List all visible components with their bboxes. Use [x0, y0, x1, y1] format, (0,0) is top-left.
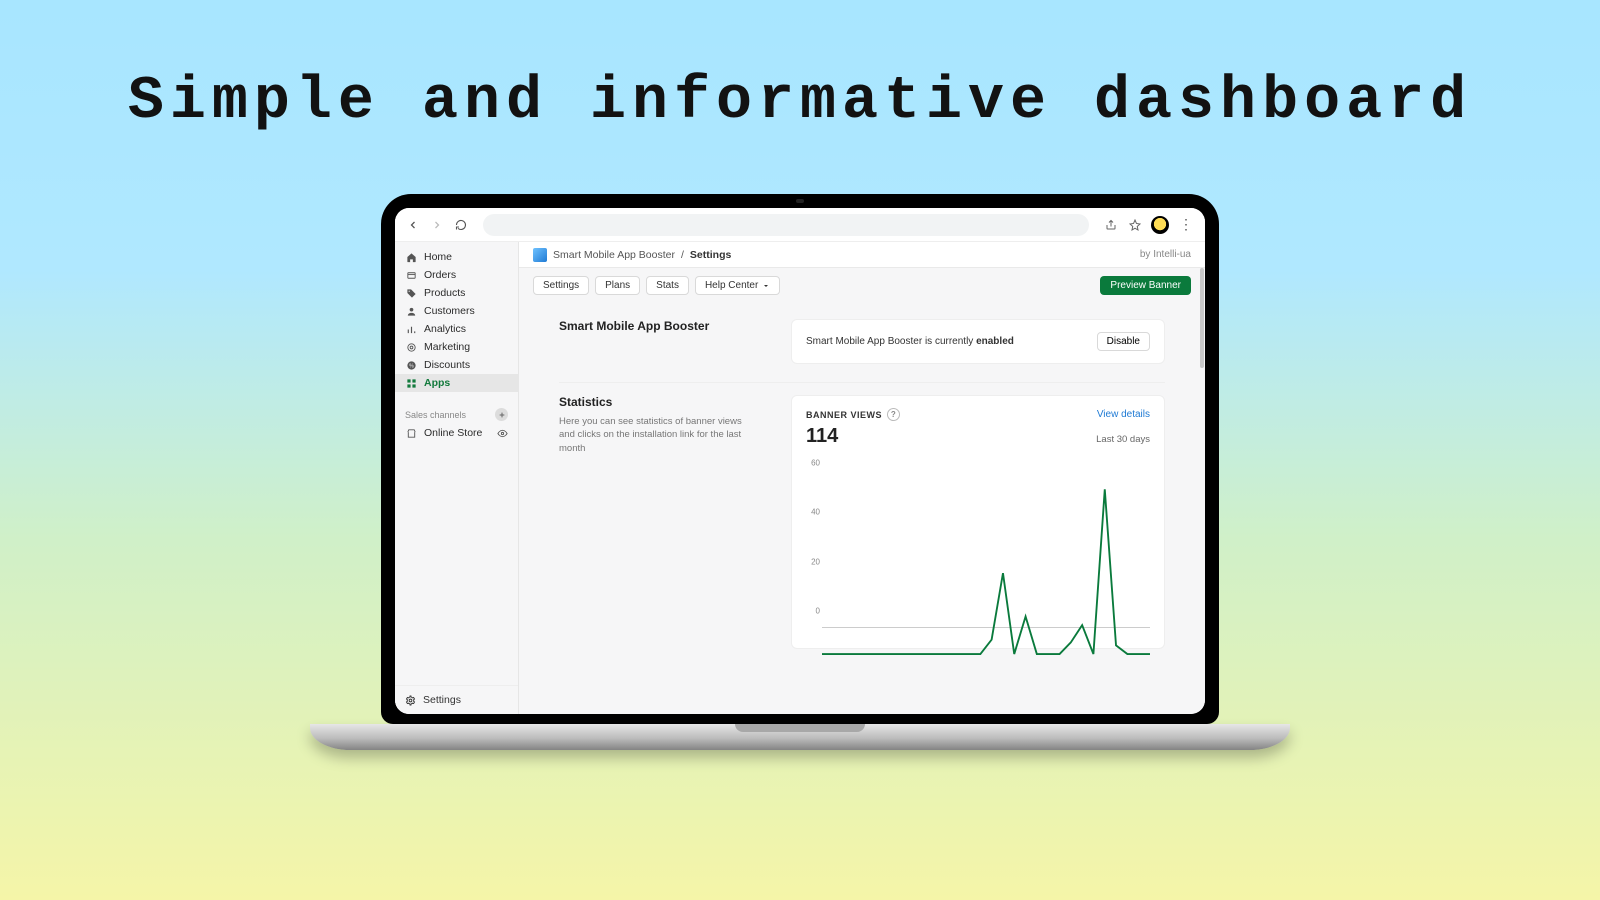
- status-card: Smart Mobile App Booster is currently en…: [791, 319, 1165, 364]
- section-title-stats: Statistics: [559, 395, 759, 409]
- sidebar-item-label: Marketing: [424, 341, 470, 353]
- back-button[interactable]: [405, 217, 421, 233]
- sidebar-item-settings[interactable]: Settings: [395, 685, 518, 714]
- add-channel-button[interactable]: [495, 408, 508, 421]
- profile-avatar[interactable]: i: [1151, 216, 1169, 234]
- sidebar-footer-label: Settings: [423, 694, 461, 706]
- sidebar-item-home[interactable]: Home: [395, 248, 518, 266]
- sidebar-item-label: Home: [424, 251, 452, 263]
- star-icon[interactable]: [1127, 217, 1143, 233]
- store-icon: [405, 427, 417, 439]
- person-icon: [405, 305, 417, 317]
- preview-banner-button[interactable]: Preview Banner: [1100, 276, 1191, 295]
- sidebar-item-label: Products: [424, 287, 465, 299]
- metric-label: BANNER VIEWS: [806, 410, 882, 420]
- browser-menu-icon[interactable]: ⋮: [1177, 216, 1195, 233]
- tab-help-label: Help Center: [705, 280, 758, 291]
- breadcrumb-author: by Intelli-ua: [1140, 249, 1191, 260]
- browser-toolbar: i ⋮: [395, 208, 1205, 242]
- breadcrumb-sep: /: [681, 249, 684, 261]
- tab-stats[interactable]: Stats: [646, 276, 689, 295]
- scrollbar[interactable]: [1199, 268, 1205, 714]
- view-details-link[interactable]: View details: [1097, 409, 1150, 420]
- sidebar-item-label: Apps: [424, 377, 450, 389]
- sidebar-item-label: Customers: [424, 305, 475, 317]
- sidebar-item-label: Discounts: [424, 359, 470, 371]
- breadcrumb-bar: Smart Mobile App Booster / Settings by I…: [519, 242, 1205, 268]
- bar-chart-icon: [405, 323, 417, 335]
- section-title-app: Smart Mobile App Booster: [559, 319, 759, 333]
- home-icon: [405, 251, 417, 263]
- sidebar-section-label: Sales channels: [405, 410, 466, 420]
- sidebar-item-label: Analytics: [424, 323, 466, 335]
- help-icon[interactable]: ?: [887, 408, 900, 421]
- sidebar-item-customers[interactable]: Customers: [395, 302, 518, 320]
- status-text: Smart Mobile App Booster is currently en…: [806, 336, 1014, 347]
- disable-button[interactable]: Disable: [1097, 332, 1150, 351]
- share-icon[interactable]: [1103, 217, 1119, 233]
- sidebar-item-marketing[interactable]: Marketing: [395, 338, 518, 356]
- tag-icon: [405, 287, 417, 299]
- sidebar-section-channels: Sales channels: [395, 398, 518, 424]
- app-sidebar: Home Orders Products Customers: [395, 242, 519, 714]
- percent-icon: %: [405, 359, 417, 371]
- tab-settings[interactable]: Settings: [533, 276, 589, 295]
- svg-text:%: %: [409, 363, 414, 369]
- sidebar-item-products[interactable]: Products: [395, 284, 518, 302]
- eye-icon[interactable]: [496, 427, 508, 439]
- laptop-mockup: i ⋮ Home Orders: [381, 194, 1219, 750]
- sidebar-item-apps[interactable]: Apps: [395, 374, 518, 392]
- sidebar-item-label: Orders: [424, 269, 456, 281]
- page-toolbar: Settings Plans Stats Help Center Preview…: [519, 268, 1205, 303]
- sidebar-item-online-store[interactable]: Online Store: [395, 424, 518, 442]
- sidebar-item-orders[interactable]: Orders: [395, 266, 518, 284]
- orders-icon: [405, 269, 417, 281]
- metric-value: 114: [806, 425, 838, 448]
- forward-button[interactable]: [429, 217, 445, 233]
- target-icon: [405, 341, 417, 353]
- tab-help[interactable]: Help Center: [695, 276, 780, 295]
- main-panel: Smart Mobile App Booster / Settings by I…: [519, 242, 1205, 714]
- sidebar-item-label: Online Store: [424, 427, 482, 439]
- grid-icon: [405, 377, 417, 389]
- sidebar-item-analytics[interactable]: Analytics: [395, 320, 518, 338]
- gear-icon: [405, 695, 416, 706]
- hero-title: Simple and informative dashboard: [0, 68, 1600, 136]
- reload-button[interactable]: [453, 217, 469, 233]
- chevron-down-icon: [762, 282, 770, 290]
- url-bar[interactable]: [483, 214, 1089, 236]
- sidebar-item-discounts[interactable]: % Discounts: [395, 356, 518, 374]
- banner-views-chart: 0204060: [822, 476, 1150, 636]
- metric-period: Last 30 days: [1096, 434, 1150, 445]
- app-logo-icon: [533, 248, 547, 262]
- section-desc-stats: Here you can see statistics of banner vi…: [559, 415, 759, 455]
- browser-window: i ⋮ Home Orders: [395, 208, 1205, 714]
- stats-card: BANNER VIEWS ? View details 114 Last 30 …: [791, 395, 1165, 649]
- breadcrumb-app[interactable]: Smart Mobile App Booster: [553, 249, 675, 261]
- breadcrumb-page: Settings: [690, 249, 731, 261]
- tab-plans[interactable]: Plans: [595, 276, 640, 295]
